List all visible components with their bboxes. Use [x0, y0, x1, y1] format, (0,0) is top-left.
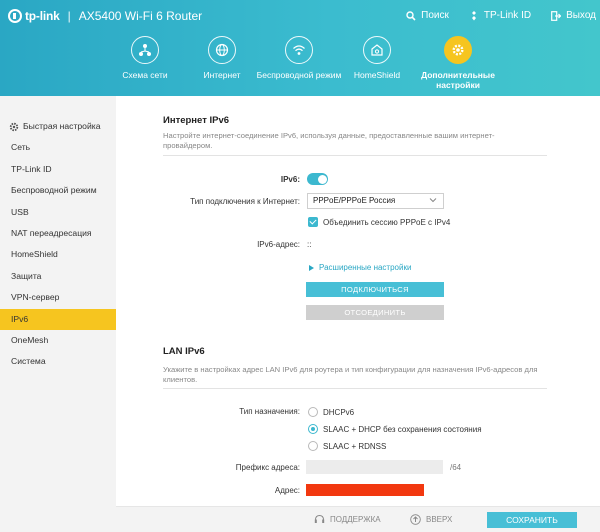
lan-ipv6-description: Укажите в настройках адрес LAN IPv6 для … — [163, 365, 538, 384]
sidebar-item-wireless[interactable]: Беспроводной режим — [0, 180, 116, 201]
sidebar-item-nat[interactable]: NAT переадресация — [0, 223, 116, 244]
wifi-icon — [285, 36, 313, 64]
support-label: ПОДДЕРЖКА — [330, 515, 381, 524]
nav-advanced[interactable]: Дополнительные настройки — [413, 36, 503, 90]
address-redacted — [306, 484, 424, 496]
ipv6-address-label: IPv6-адрес: — [257, 240, 300, 249]
radio-slaac-rdnss[interactable] — [308, 441, 318, 451]
assign-type-label: Тип назначения: — [239, 407, 300, 416]
chevron-down-icon — [429, 198, 437, 203]
globe-icon — [208, 36, 236, 64]
search-icon — [406, 10, 416, 21]
merge-pppoe-label: Объединить сессию PPPoE с IPv4 — [323, 218, 451, 227]
tplink-id-icon — [471, 10, 476, 20]
sidebar-item-tplink-id[interactable]: TP-Link ID — [0, 159, 116, 180]
divider — [163, 155, 547, 156]
sidebar-item-system[interactable]: Система — [0, 351, 116, 372]
search-label: Поиск — [421, 10, 449, 21]
radio-dhcpv6-label: DHCPv6 — [323, 408, 355, 417]
sidebar-item-quick-setup[interactable]: Быстрая настройка — [0, 116, 116, 137]
support-button[interactable]: ПОДДЕРЖКА — [314, 514, 381, 525]
internet-ipv6-title: Интернет IPv6 — [163, 115, 230, 126]
search-button[interactable]: Поиск — [406, 10, 449, 21]
sidebar-item-security[interactable]: Защита — [0, 266, 116, 287]
logout-button[interactable]: Выход — [551, 10, 596, 21]
connect-button[interactable]: ПОДКЛЮЧИТЬСЯ — [306, 282, 444, 297]
arrow-up-icon — [410, 514, 421, 525]
model-name: AX5400 Wi-Fi 6 Router — [78, 9, 203, 23]
top-actions: Поиск TP-Link ID Выход — [386, 10, 596, 21]
merge-pppoe-checkbox[interactable] — [308, 217, 318, 227]
conn-type-label: Тип подключения к Интернет: — [190, 197, 300, 206]
homeshield-icon — [363, 36, 391, 64]
logout-icon — [551, 10, 562, 21]
ipv6-toggle[interactable] — [307, 173, 328, 185]
radio-dhcpv6[interactable] — [308, 407, 318, 417]
tplink-id-button[interactable]: TP-Link ID — [469, 10, 531, 21]
sidebar-item-homeshield[interactable]: HomeShield — [0, 244, 116, 265]
sidebar-item-usb[interactable]: USB — [0, 202, 116, 223]
tplink-logo-icon — [8, 9, 22, 23]
sidebar-item-network[interactable]: Сеть — [0, 137, 116, 158]
footer-bar: ПОДДЕРЖКА ВВЕРХ СОХРАНИТЬ — [116, 506, 600, 532]
lan-ipv6-title: LAN IPv6 — [163, 346, 205, 357]
sidebar-item-ipv6[interactable]: IPv6 — [0, 308, 116, 330]
scroll-top-button[interactable]: ВВЕРХ — [410, 514, 452, 525]
advanced-settings-label: Расширенные настройки — [319, 263, 412, 272]
ipv6-address-value: :: — [307, 240, 312, 249]
internet-ipv6-description: Настройте интернет-соединение IPv6, испо… — [163, 131, 495, 150]
prefix-label: Префикс адреса: — [235, 463, 300, 472]
address-label: Адрес: — [274, 486, 300, 495]
disconnect-button[interactable]: ОТСОЕДИНИТЬ — [306, 305, 444, 320]
main-content: Интернет IPv6 Настройте интернет-соедине… — [116, 96, 600, 506]
scroll-top-label: ВВЕРХ — [426, 515, 453, 524]
sidebar-item-vpn[interactable]: VPN-сервер — [0, 287, 116, 308]
prefix-input[interactable] — [306, 460, 443, 474]
nav-wireless[interactable]: Беспроводной режим — [254, 36, 344, 80]
radio-slaac-dhcp-label: SLAAC + DHCP без сохранения состояния — [323, 425, 482, 434]
nav-label: HomeShield — [353, 70, 401, 80]
gear-icon — [444, 36, 472, 64]
save-button[interactable]: СОХРАНИТЬ — [487, 512, 577, 528]
advanced-settings-link[interactable]: Расширенные настройки — [309, 263, 411, 272]
radio-slaac-dhcp[interactable] — [308, 424, 318, 434]
sidebar-item-label: Быстрая настройка — [23, 121, 101, 131]
radio-slaac-rdnss-label: SLAAC + RDNSS — [323, 442, 387, 451]
header: tp-link | AX5400 Wi-Fi 6 Router Поиск TP… — [0, 0, 600, 96]
ipv6-label: IPv6: — [280, 175, 300, 184]
headset-icon — [314, 514, 325, 523]
conn-type-value: PPPoE/PPPoE Россия — [313, 196, 396, 205]
nav-homeshield[interactable]: HomeShield — [332, 36, 422, 80]
brand-separator: | — [67, 9, 71, 23]
conn-type-select[interactable]: PPPoE/PPPoE Россия — [307, 193, 444, 209]
sidebar-item-onemesh[interactable]: OneMesh — [0, 330, 116, 351]
nav-label: Дополнительные настройки — [421, 70, 495, 90]
divider — [163, 388, 547, 389]
logo-text: tp-link — [25, 9, 60, 23]
tplink-id-label: TP-Link ID — [483, 10, 532, 21]
logout-label: Выход — [566, 10, 596, 21]
main-nav: Схема сети Интернет Беспроводной режим H… — [0, 36, 600, 96]
gear-icon — [9, 122, 19, 131]
sidebar: Быстрая настройка Сеть TP-Link ID Беспро… — [0, 96, 116, 532]
nav-label: Беспроводной режим — [256, 70, 342, 80]
network-map-icon — [131, 36, 159, 64]
prefix-suffix: /64 — [450, 463, 462, 472]
brand: tp-link | AX5400 Wi-Fi 6 Router — [8, 9, 202, 23]
